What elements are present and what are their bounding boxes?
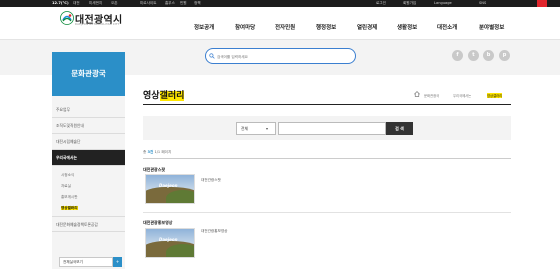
result-count: 총 3건 1/1 페이지 xyxy=(143,150,171,155)
dept-select[interactable]: 전체실국보기 xyxy=(59,257,113,267)
search-box xyxy=(205,48,356,64)
gnb-item[interactable]: 참여마당 xyxy=(235,23,255,31)
dept-select-go-button[interactable]: + xyxy=(113,257,122,267)
page-title-highlight: 갤러리 xyxy=(159,91,185,101)
breadcrumb-item[interactable]: 우리국에서는 xyxy=(453,93,471,98)
page-info: 1/1 페이지 xyxy=(154,150,172,154)
topbar-link[interactable]: 미르사이트 xyxy=(140,0,157,7)
topbar-link[interactable]: 민원 xyxy=(180,0,187,7)
gnb-item[interactable]: 전자민원 xyxy=(275,23,295,31)
breadcrumb-current: 영상갤러리 xyxy=(487,93,503,98)
sidebar-subitem-active[interactable]: 영상갤러리 xyxy=(52,203,125,213)
video-thumbnail[interactable]: Daejeon xyxy=(145,174,195,204)
gnb-item[interactable]: 열린경제 xyxy=(357,23,377,31)
sidebar-item[interactable]: 주요업무 xyxy=(52,102,125,118)
count-label: 총 xyxy=(143,150,147,154)
gallery-item-title[interactable]: 대전관광스팟 xyxy=(143,167,165,173)
gnb-item[interactable]: 분야별정보 xyxy=(479,23,504,31)
gnb-item[interactable]: 정보공개 xyxy=(194,23,214,31)
blog-icon[interactable]: b xyxy=(483,50,494,61)
top-utility-bar xyxy=(0,0,560,7)
sidebar-item[interactable]: 대전시립예술단 xyxy=(52,134,125,150)
title-divider xyxy=(143,104,511,105)
sidebar-item-active[interactable]: 우리국에서는 xyxy=(52,150,125,166)
item-divider xyxy=(143,212,511,213)
sidebar-subitem-active-label: 영상갤러리 xyxy=(61,206,78,210)
topbar-link[interactable]: 대전 xyxy=(73,0,80,7)
gnb-item[interactable]: 대전소개 xyxy=(437,23,457,31)
keyword-input[interactable] xyxy=(278,122,386,135)
gallery-item-title[interactable]: 대전관광홍보영상 xyxy=(143,220,172,226)
topbar-link[interactable]: 오존 xyxy=(111,0,118,7)
search-input[interactable] xyxy=(217,53,337,60)
menu-button[interactable] xyxy=(537,0,547,7)
sidebar: 주요업무 조직도및직원안내 대전시립예술단 우리국에서는 시정소식 자료실 홍보… xyxy=(52,96,125,269)
search-field-select[interactable]: 전체 xyxy=(236,122,276,135)
language-link[interactable]: Language xyxy=(434,0,452,7)
gnb-item[interactable]: 생활정보 xyxy=(397,23,417,31)
page-title-part: 영상 xyxy=(143,91,160,101)
sidebar-item[interactable]: 조직도및직원안내 xyxy=(52,118,125,134)
print-icon[interactable]: p xyxy=(499,50,510,61)
topbar-link[interactable]: 홈우스 xyxy=(165,0,175,7)
twitter-icon[interactable]: t xyxy=(468,50,479,61)
city-logo-icon[interactable] xyxy=(60,11,74,25)
sns-link[interactable]: SNS xyxy=(479,0,486,7)
sidebar-subitem[interactable]: 자료실 xyxy=(52,181,125,191)
topbar-link[interactable]: 정책 xyxy=(194,0,201,7)
count-value: 3건 xyxy=(147,150,154,154)
search-button[interactable] xyxy=(339,52,349,61)
thumbnail-logo: Daejeon xyxy=(159,183,178,188)
list-divider xyxy=(143,158,511,159)
login-link[interactable]: 로그인 xyxy=(376,0,386,7)
topbar-link[interactable]: 미세먼지 xyxy=(89,0,102,7)
facebook-icon[interactable]: f xyxy=(452,50,463,61)
gnb-item[interactable]: 행정정보 xyxy=(316,23,336,31)
site-logo-subtext: DAEJEON METROPOLITAN CITY xyxy=(75,23,120,26)
chevron-down-icon: ▾ xyxy=(266,126,269,131)
thumbnail-logo: Daejeon xyxy=(159,237,178,242)
signup-link[interactable]: 회원가입 xyxy=(403,0,416,7)
page-title: 영상갤러리 xyxy=(143,88,185,101)
sidebar-item[interactable]: 대전문화예술정책토론공감 xyxy=(52,216,125,232)
sidebar-subitem[interactable]: 시정소식 xyxy=(52,170,125,180)
sidebar-subitem[interactable]: 홍보게시판 xyxy=(52,192,125,202)
gallery-item-caption[interactable]: 대전관광스팟 xyxy=(201,178,221,183)
breadcrumb-item[interactable]: 문화관광국 xyxy=(424,93,439,98)
filter-search-button[interactable]: 검 색 xyxy=(386,122,413,135)
video-thumbnail[interactable]: Daejeon xyxy=(145,228,195,258)
weather-temp: 12.7(°C) xyxy=(52,1,69,5)
gallery-item-caption[interactable]: 대전관광홍보영상 xyxy=(201,229,227,234)
search-icon xyxy=(209,53,215,59)
home-icon[interactable] xyxy=(414,91,420,97)
sidebar-title: 문화관광국 xyxy=(52,52,125,96)
